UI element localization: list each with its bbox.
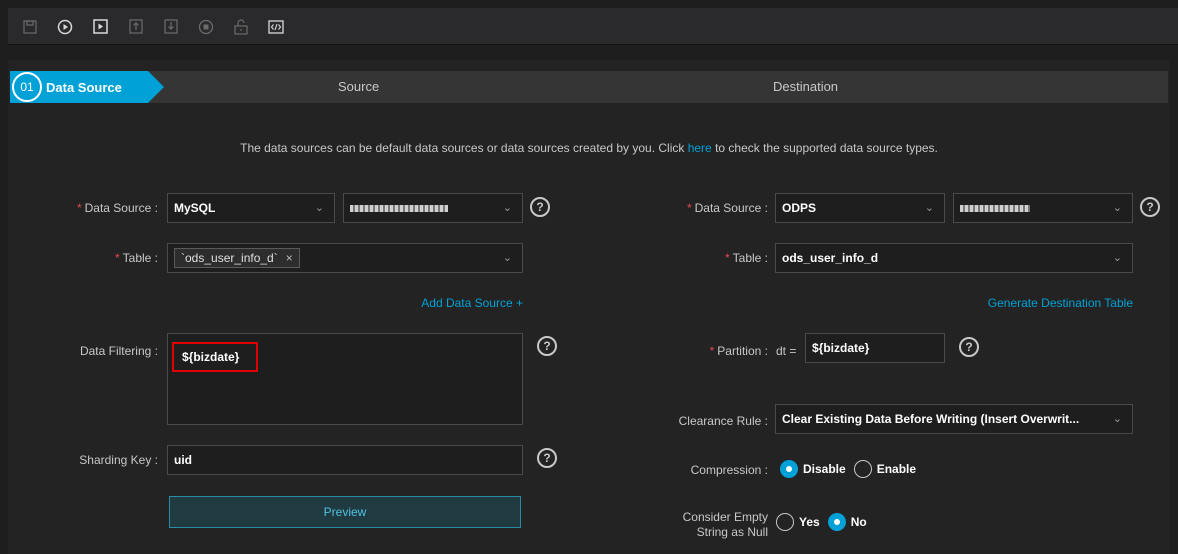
help-icon[interactable]: ?: [1140, 197, 1160, 217]
run-with-params-icon[interactable]: [88, 8, 112, 45]
run-icon[interactable]: [53, 8, 77, 45]
step-data-source[interactable]: 01 Data Source: [10, 71, 164, 103]
empty-null-yes-radio[interactable]: Yes: [776, 513, 820, 531]
dest-table-label: * Table :: [724, 251, 768, 265]
compression-label-text: Compression: [690, 463, 762, 477]
radio-selected-icon: [827, 513, 846, 531]
radio-unselected-icon: [776, 513, 794, 531]
source-name-select[interactable]: ⌄: [343, 193, 523, 223]
save-icon[interactable]: [18, 8, 42, 45]
partition-input[interactable]: ${bizdate}: [805, 333, 945, 363]
empty-null-no-radio[interactable]: No: [827, 513, 867, 531]
empty-null-label-line1: Consider Empty: [682, 510, 768, 524]
toolbar: [8, 8, 1178, 45]
preview-button[interactable]: Preview: [169, 496, 521, 528]
step-source[interactable]: Source: [338, 79, 379, 94]
add-data-source-link[interactable]: Add Data Source +: [320, 296, 523, 310]
dest-data-source-label-text: Data Source: [694, 201, 762, 215]
radio-unselected-icon: [853, 460, 872, 478]
publish-icon[interactable]: [159, 8, 183, 45]
dest-table-value: ods_user_info_d: [782, 251, 879, 265]
dest-table-label-text: Table: [732, 251, 762, 265]
compression-label: Compression :: [690, 463, 768, 477]
stop-icon[interactable]: [194, 8, 218, 45]
table-tag-text: `ods_user_info_d`: [181, 251, 278, 265]
empty-null-radio-group: Yes No: [776, 513, 875, 531]
help-icon[interactable]: ?: [959, 337, 979, 357]
partition-label-text: Partition: [717, 344, 762, 358]
help-icon[interactable]: ?: [537, 336, 557, 356]
table-tag: `ods_user_info_d` ×: [174, 248, 300, 268]
empty-null-label: Consider Empty String as Null: [620, 510, 768, 540]
sharding-key-label: Sharding Key :: [79, 453, 158, 467]
sharding-key-input[interactable]: uid: [167, 445, 523, 475]
partition-prefix: dt =: [776, 344, 797, 358]
dest-data-source-label: * Data Source :: [686, 201, 768, 215]
source-table-select[interactable]: `ods_user_info_d` × ⌄: [167, 243, 523, 273]
compression-radio-group: Disable Enable: [780, 460, 924, 478]
chevron-down-icon: ⌄: [502, 252, 512, 264]
chevron-down-icon: ⌄: [1112, 413, 1122, 425]
info-text: The data sources can be default data sou…: [0, 141, 1178, 155]
close-icon[interactable]: ×: [286, 251, 293, 265]
compression-disable-radio[interactable]: Disable: [780, 460, 846, 478]
clearance-rule-label-text: Clearance Rule: [678, 414, 762, 428]
sharding-key-label-text: Sharding Key: [79, 453, 152, 467]
source-type-select[interactable]: MySQL ⌄: [167, 193, 335, 223]
empty-null-yes-label: Yes: [799, 515, 820, 529]
redacted-datasource-name: [960, 204, 1030, 212]
submit-icon[interactable]: [124, 8, 148, 45]
data-filtering-value: ${bizdate}: [172, 342, 258, 372]
info-text-before: The data sources can be default data sou…: [240, 141, 688, 155]
radio-selected-icon: [780, 460, 798, 478]
step-number: 01: [12, 72, 42, 102]
clearance-rule-value: Clear Existing Data Before Writing (Inse…: [782, 412, 1080, 426]
help-icon[interactable]: ?: [537, 448, 557, 468]
step-destination[interactable]: Destination: [773, 79, 838, 94]
redacted-datasource-name: [350, 204, 448, 212]
empty-null-label-line2: String as Null: [696, 525, 768, 539]
source-type-value: MySQL: [174, 201, 216, 215]
script-mode-icon[interactable]: [264, 8, 288, 45]
supported-types-link[interactable]: here: [688, 141, 712, 155]
info-text-after: to check the supported data source types…: [711, 141, 938, 155]
compression-disable-label: Disable: [803, 462, 846, 476]
empty-null-no-label: No: [850, 515, 867, 529]
generate-table-link[interactable]: Generate Destination Table: [900, 296, 1133, 310]
source-table-label: * Table :: [114, 251, 158, 265]
data-filtering-input[interactable]: ${bizdate}: [167, 333, 523, 425]
dest-type-select[interactable]: ODPS ⌄: [775, 193, 945, 223]
dest-name-select[interactable]: ⌄: [953, 193, 1133, 223]
sharding-key-value: uid: [174, 453, 192, 467]
data-filtering-label: Data Filtering :: [79, 344, 158, 358]
data-filtering-label-text: Data Filtering: [79, 344, 152, 358]
partition-value: ${bizdate}: [812, 341, 870, 355]
chevron-down-icon: ⌄: [1112, 202, 1122, 214]
source-table-label-text: Table: [122, 251, 152, 265]
source-data-source-label: * Data Source :: [76, 201, 158, 215]
chevron-down-icon: ⌄: [502, 202, 512, 214]
dest-type-value: ODPS: [782, 201, 817, 215]
clearance-rule-select[interactable]: Clear Existing Data Before Writing (Inse…: [775, 404, 1133, 434]
step-active-label: Data Source: [46, 79, 122, 95]
compression-enable-label: Enable: [876, 462, 917, 476]
chevron-down-icon: ⌄: [924, 202, 934, 214]
help-icon[interactable]: ?: [530, 197, 550, 217]
partition-label: * Partition :: [709, 344, 768, 358]
compression-enable-radio[interactable]: Enable: [853, 460, 917, 478]
chevron-down-icon: ⌄: [314, 202, 324, 214]
chevron-down-icon: ⌄: [1112, 252, 1122, 264]
dest-table-select[interactable]: ods_user_info_d ⌄: [775, 243, 1133, 273]
clearance-rule-label: Clearance Rule :: [678, 414, 768, 428]
source-data-source-label-text: Data Source: [84, 201, 152, 215]
unlock-icon[interactable]: [229, 8, 253, 45]
steps-bar: 01 Data Source Source Destination: [10, 71, 1168, 103]
